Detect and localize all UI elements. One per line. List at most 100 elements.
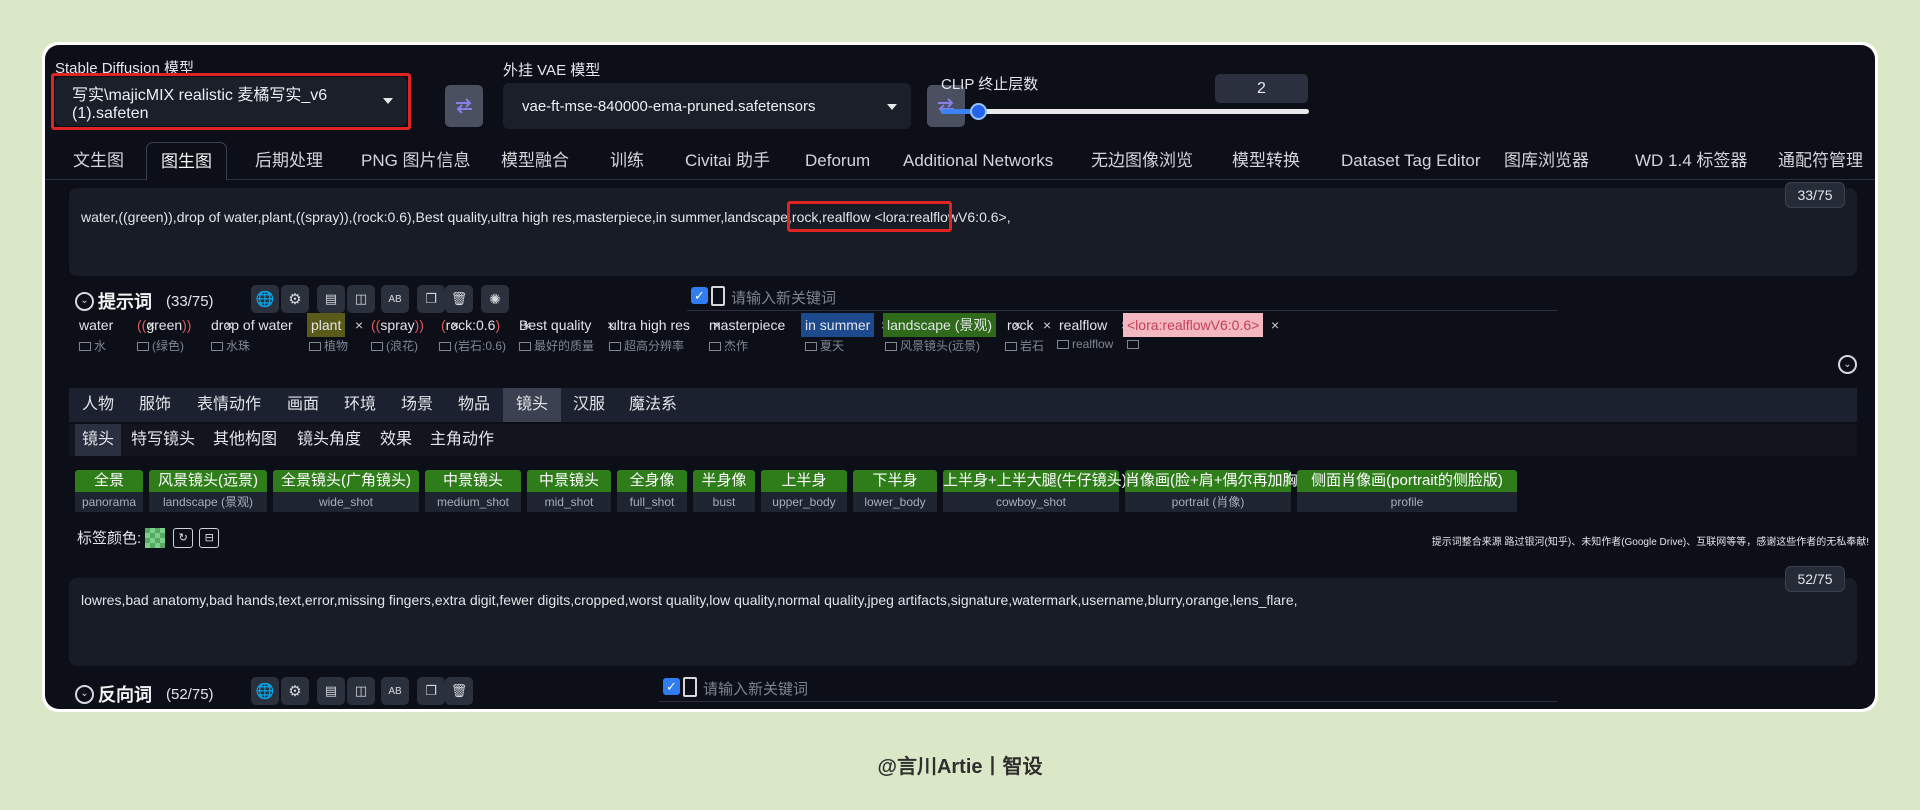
clip-value-input[interactable]: 2 (1215, 74, 1308, 103)
globe-icon: 🌐 (255, 683, 275, 700)
prompt-textarea[interactable]: water,((green)),drop of water,plant,((sp… (69, 182, 1857, 276)
bookmark-icon: ◫ (354, 291, 368, 306)
chip-sub: 杰作 (709, 337, 748, 354)
subtab-camera[interactable]: 镜头 (75, 424, 121, 456)
category-tab-hanfu[interactable]: 汉服 (561, 388, 617, 422)
tab-additional-networks[interactable]: Additional Networks (903, 142, 1053, 180)
tab-train[interactable]: 训练 (610, 142, 644, 180)
reset-color-icon[interactable]: ↻ (173, 527, 194, 548)
copy-button[interactable]: ❐ (417, 677, 445, 705)
tab-img2img[interactable]: 图生图 (146, 142, 227, 180)
settings-button[interactable]: ⚙ (281, 677, 309, 705)
chip-rock-weight[interactable]: (rock:0.6) × (437, 313, 531, 337)
settings-button[interactable]: ⚙ (281, 285, 309, 313)
subtab-effect[interactable]: 效果 (371, 424, 421, 456)
copy-button[interactable]: ❐ (417, 285, 445, 313)
tab-gallery[interactable]: 图库浏览器 (1504, 142, 1589, 180)
tab-checkpoint-merger[interactable]: 模型融合 (501, 142, 569, 180)
subtab-composition[interactable]: 其他构图 (203, 424, 287, 456)
category-tab-scene[interactable]: 场景 (389, 388, 445, 422)
refresh-model-button[interactable] (445, 85, 483, 127)
preset-tag[interactable]: 侧面肖像画(portrait的侧脸版) profile (1297, 470, 1517, 515)
chip-masterpiece[interactable]: masterpiece× (705, 313, 809, 337)
category-tab-magic[interactable]: 魔法系 (617, 388, 689, 422)
globe-icon: 🌐 (255, 291, 275, 308)
preset-tag[interactable]: 中景镜头 mid_shot (527, 470, 611, 515)
translate-button[interactable]: 🌐 (251, 285, 279, 313)
chip-sub: (绿色) (137, 337, 184, 354)
translate-button[interactable]: 🌐 (251, 677, 279, 705)
gear-icon: ⚙ (288, 291, 302, 308)
slider-handle[interactable] (970, 103, 988, 120)
category-tab-environment[interactable]: 环境 (331, 388, 389, 422)
vae-select[interactable]: vae-ft-mse-840000-ema-pruned.safetensors (503, 83, 911, 129)
enable-checkbox[interactable]: ✓ (691, 287, 708, 304)
negative-section-title: 反向词 (98, 685, 152, 705)
chip-spray[interactable]: ((spray)) × (367, 313, 459, 337)
bookmark-button[interactable]: ◫ (347, 677, 375, 705)
chip-in-summer[interactable]: in summer× (801, 313, 889, 337)
tab-dataset-tag-editor[interactable]: Dataset Tag Editor (1341, 142, 1481, 180)
preset-tag[interactable]: 下半身 lower_body (853, 470, 937, 515)
negative-prompt-textarea[interactable]: lowres,bad anatomy,bad hands,text,error,… (69, 566, 1857, 666)
preset-tag[interactable]: 半身像 bust (693, 470, 755, 515)
tab-model-converter[interactable]: 模型转换 (1232, 142, 1300, 180)
history-button[interactable]: ▤ (317, 285, 345, 313)
category-tab-expression[interactable]: 表情动作 (183, 388, 275, 422)
history-button[interactable]: ▤ (317, 677, 345, 705)
color-swatch[interactable] (145, 527, 166, 548)
subtab-angle[interactable]: 镜头角度 (287, 424, 371, 456)
translate-text-button[interactable]: AB (381, 285, 409, 313)
tab-deforum[interactable]: Deforum (805, 142, 870, 180)
clip-slider[interactable] (941, 103, 1309, 120)
preset-tag[interactable]: 上半身 upper_body (761, 470, 847, 515)
ai-button[interactable]: ✺ (481, 285, 509, 313)
chip-plant[interactable]: plant × (307, 313, 363, 337)
category-tab-camera[interactable]: 镜头 (503, 388, 561, 422)
category-tab-picture[interactable]: 画面 (275, 388, 331, 422)
bookmark-button[interactable]: ◫ (347, 285, 375, 313)
preset-tag[interactable]: 全景镜头(广角镜头) wide_shot (273, 470, 419, 515)
tab-wd-tagger[interactable]: WD 1.4 标签器 (1635, 142, 1747, 180)
tab-extras[interactable]: 后期处理 (255, 142, 323, 180)
tab-image-browser[interactable]: 无边图像浏览 (1091, 142, 1193, 180)
text-translate-icon: AB (388, 685, 402, 697)
preset-tag[interactable]: 全身像 full_shot (617, 470, 687, 515)
chip-ultra-high-res[interactable]: ultra high res × (605, 313, 721, 337)
chip-landscape[interactable]: landscape (景观) × (883, 313, 1021, 337)
category-tab-person[interactable]: 人物 (69, 388, 127, 422)
translate-text-button[interactable]: AB (381, 677, 409, 705)
chip-realflow[interactable]: realflow× (1055, 313, 1129, 337)
expand-chips-icon[interactable]: ⌄ (1838, 355, 1857, 374)
prompt-section-header[interactable]: ⌄ 提示词 (33/75) (75, 288, 214, 314)
chip-lora[interactable]: <lora:realflowV6:0.6> × (1123, 313, 1279, 337)
category-tab-clothing[interactable]: 服饰 (127, 388, 183, 422)
category-tab-items[interactable]: 物品 (445, 388, 503, 422)
preset-tag[interactable]: 中景镜头 medium_shot (425, 470, 521, 515)
chip-green[interactable]: ((green)) × (133, 313, 233, 337)
preset-tag[interactable]: 风景镜头(远景) landscape (景观) (149, 470, 267, 515)
preset-tag[interactable]: 上半身+上半大腿(牛仔镜头) cowboy_shot (943, 470, 1127, 515)
cursor-icon (683, 677, 697, 697)
delete-button[interactable]: 🗑 (445, 677, 473, 705)
chip-best-quality[interactable]: Best quality × (515, 313, 615, 337)
preset-tag[interactable]: 肖像画(脸+肩+偶尔再加胸) portrait (肖像) (1125, 470, 1303, 515)
copy-icon: ❐ (425, 683, 437, 698)
enable-checkbox[interactable]: ✓ (663, 678, 680, 695)
tab-civitai[interactable]: Civitai 助手 (685, 142, 770, 180)
save-color-icon[interactable]: ⊟ (199, 527, 220, 548)
negative-keyword-input[interactable]: ✓ 请输入新关键词 (659, 672, 1557, 702)
negative-section-header[interactable]: ⌄ 反向词 (52/75) (75, 681, 214, 707)
subtab-action[interactable]: 主角动作 (421, 424, 503, 456)
chip-drop-of-water[interactable]: drop of water× (207, 313, 323, 337)
tab-wildcards[interactable]: 通配符管理 (1778, 142, 1863, 180)
keyword-input[interactable]: ✓ 请输入新关键词 (687, 281, 1557, 311)
openai-icon: ✺ (489, 290, 501, 307)
subtab-closeup[interactable]: 特写镜头 (123, 424, 203, 456)
preset-tag[interactable]: 全景 panorama (75, 470, 143, 515)
tab-txt2img[interactable]: 文生图 (73, 142, 124, 180)
tab-png-info[interactable]: PNG 图片信息 (361, 142, 471, 180)
chip-water[interactable]: water × (75, 313, 155, 337)
delete-button[interactable]: 🗑 (445, 285, 473, 313)
chip-rock[interactable]: rock × (1003, 313, 1051, 337)
